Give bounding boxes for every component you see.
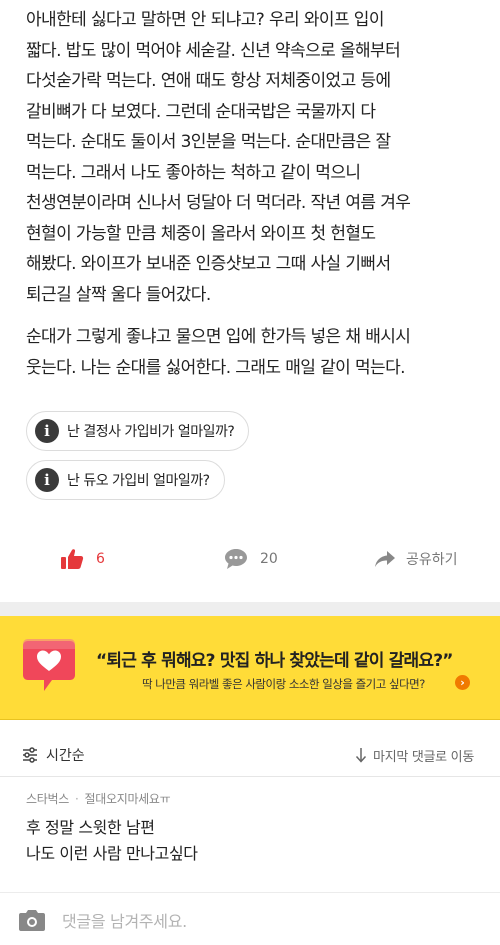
question-chip-2[interactable]: i 난 듀오 가입비 얼마일까? (26, 460, 225, 500)
post-actions: 6 20 공유하기 (0, 538, 500, 580)
share-arrow-icon (375, 551, 395, 567)
comment-button[interactable]: 20 (224, 538, 278, 580)
article-line: 현혈이 가능할 만큼 체중이 올라서 와이프 첫 헌혈도 (26, 223, 376, 244)
jump-label: 마지막 댓글로 이동 (373, 749, 474, 765)
comment-input[interactable]: 댓글을 남겨주세요. (62, 908, 187, 932)
article-line: 웃는다. 나는 순대를 싫어한다. 그래도 매일 같이 먹는다. (26, 357, 406, 378)
article-line: 먹는다. 순대도 둘이서 3인분을 먹는다. 순대만큼은 잘 (26, 132, 391, 152)
info-icon: i (35, 468, 59, 492)
share-button[interactable]: 공유하기 (374, 538, 458, 580)
chevron-right-icon[interactable]: › (455, 675, 470, 690)
article-line: 천생연분이라며 신나서 덩달아 더 먹더라. 작년 여름 겨우 (26, 193, 411, 213)
comment-body: 후 정말 스윗한 남편 나도 이런 사람 만나고싶다 (26, 815, 476, 867)
article-paragraph-2: 순대가 그렇게 좋냐고 물으면 입에 한가득 넣은 채 배시시 웃는다. 나는 … (26, 322, 411, 383)
comment-line: 후 정말 스윗한 남편 (26, 818, 155, 837)
meta-separator: · (74, 792, 79, 806)
article-line: 순대가 그렇게 좋냐고 물으면 입에 한가득 넣은 채 배시시 (26, 327, 411, 347)
article-line: 해봤다. 와이프가 보내준 인증샷보고 그때 사실 기뻐서 (26, 254, 391, 274)
info-icon: i (35, 419, 59, 443)
article-paragraph-1: 아내한테 싫다고 말하면 안 되냐고? 우리 와이프 입이 짧다. 밥도 많이 … (26, 5, 411, 310)
section-divider (0, 602, 500, 616)
like-count: 6 (96, 551, 105, 567)
sort-label: 시간순 (46, 748, 85, 764)
thumbs-up-icon (61, 549, 84, 569)
comment-author[interactable]: 절대오지마세요ㅠ (84, 792, 170, 806)
article-line: 갈비뼈가 다 보였다. 그런데 순대국밥은 국물까지 다 (26, 101, 376, 122)
camera-icon[interactable] (18, 908, 46, 932)
promo-banner[interactable]: “퇴근 후 뭐해요? 맛집 하나 찾았는데 같이 갈래요?” 딱 나만큼 워라벨… (0, 616, 500, 720)
share-label: 공유하기 (406, 552, 458, 568)
question-chip-label: 난 결정사 가입비가 얼마일까? (67, 424, 235, 440)
banner-subtitle: 딱 나만큼 워라벨 좋은 사람이랑 소소한 일상을 즐기고 싶다면? (142, 677, 425, 691)
comment-item: 스타벅스 · 절대오지마세요ㅠ 후 정말 스윗한 남편 나도 이런 사람 만나고싶다 (26, 790, 476, 867)
banner-title: “퇴근 후 뭐해요? 맛집 하나 찾았는데 같이 갈래요?” (96, 651, 453, 671)
article-line: 다섯숟가락 먹는다. 연애 때도 항상 저체중이었고 등에 (26, 71, 391, 91)
sort-sliders-icon (23, 747, 37, 763)
heart-message-icon (23, 639, 75, 691)
comments-toolbar: 시간순 마지막 댓글로 이동 (0, 733, 500, 777)
comment-line: 나도 이런 사람 만나고싶다 (26, 844, 198, 863)
question-chip-label: 난 듀오 가입비 얼마일까? (67, 473, 210, 489)
comment-count: 20 (260, 551, 278, 567)
article-line: 짧다. 밥도 많이 먹어야 세숟갈. 신년 약속으로 올해부터 (26, 40, 401, 61)
comment-input-bar: 댓글을 남겨주세요. (0, 892, 500, 945)
sort-button[interactable]: 시간순 (22, 733, 85, 777)
article-line: 퇴근길 살짝 울다 들어갔다. (26, 284, 211, 305)
article-line: 아내한테 싫다고 말하면 안 되냐고? 우리 와이프 입이 (26, 10, 384, 30)
article-line: 먹는다. 그래서 나도 좋아하는 척하고 같이 먹으니 (26, 162, 361, 183)
like-button[interactable]: 6 (60, 538, 105, 580)
jump-to-last-comment-button[interactable]: 마지막 댓글로 이동 (355, 733, 474, 777)
question-chip-1[interactable]: i 난 결정사 가입비가 얼마일까? (26, 411, 250, 451)
comment-bubble-icon (225, 549, 247, 569)
comment-meta: 스타벅스 · 절대오지마세요ㅠ (26, 790, 476, 807)
comment-company[interactable]: 스타벅스 (26, 792, 69, 806)
arrow-down-icon (355, 748, 367, 763)
